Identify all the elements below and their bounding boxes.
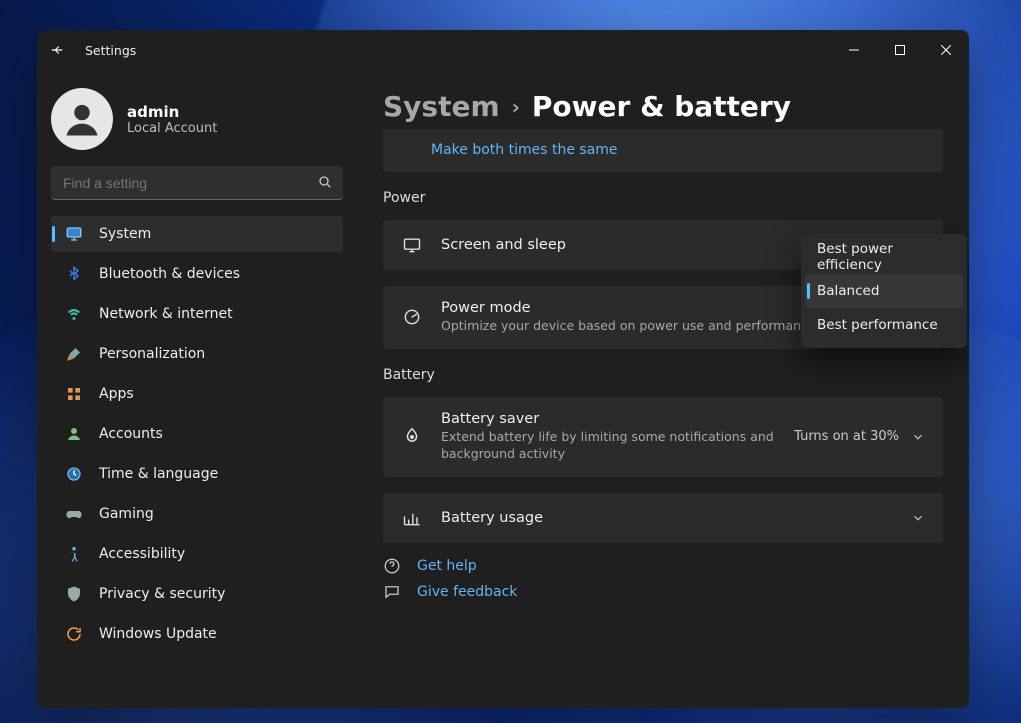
breadcrumb-parent[interactable]: System bbox=[383, 90, 500, 123]
chevron-down-icon bbox=[911, 430, 925, 444]
accessibility-icon bbox=[65, 545, 83, 563]
get-help-link[interactable]: Get help bbox=[417, 558, 477, 574]
sidebar-item-privacy[interactable]: Privacy & security bbox=[51, 576, 343, 612]
user-sub: Local Account bbox=[127, 121, 217, 136]
power-mode-option[interactable]: Best performance bbox=[805, 308, 963, 342]
give-feedback-row[interactable]: Give feedback bbox=[383, 583, 943, 601]
sidebar-item-apps[interactable]: Apps bbox=[51, 376, 343, 412]
minimize-button[interactable] bbox=[831, 30, 877, 70]
update-icon bbox=[65, 625, 83, 643]
feedback-icon bbox=[383, 583, 401, 601]
back-button[interactable] bbox=[37, 30, 77, 70]
sidebar-item-system[interactable]: System bbox=[51, 216, 343, 252]
chevron-right-icon: › bbox=[512, 95, 520, 119]
row-title: Battery saver bbox=[441, 411, 776, 427]
main-content: System › Power & battery Make both times… bbox=[357, 70, 969, 708]
sidebar-item-label: Privacy & security bbox=[99, 586, 225, 602]
network-icon bbox=[65, 305, 83, 323]
sidebar-item-label: Time & language bbox=[99, 466, 218, 482]
chevron-down-icon bbox=[911, 511, 925, 525]
time-icon bbox=[65, 465, 83, 483]
battery-usage-row[interactable]: Battery usage bbox=[383, 493, 943, 543]
titlebar: Settings bbox=[37, 30, 969, 70]
sidebar-item-label: Apps bbox=[99, 386, 134, 402]
sidebar-item-label: Accounts bbox=[99, 426, 163, 442]
sidebar-item-label: Accessibility bbox=[99, 546, 185, 562]
sidebar-item-label: System bbox=[99, 226, 151, 242]
search-icon bbox=[317, 174, 333, 190]
sidebar-item-accessibility[interactable]: Accessibility bbox=[51, 536, 343, 572]
window-title: Settings bbox=[85, 43, 136, 58]
system-icon bbox=[65, 225, 83, 243]
sidebar-item-label: Network & internet bbox=[99, 306, 233, 322]
nav-list: System Bluetooth & devices Network & inter… bbox=[51, 216, 343, 652]
maximize-button[interactable] bbox=[877, 30, 923, 70]
sidebar-item-label: Windows Update bbox=[99, 626, 217, 642]
search-input[interactable] bbox=[51, 166, 343, 200]
section-label-battery: Battery bbox=[383, 367, 943, 383]
close-button[interactable] bbox=[923, 30, 969, 70]
give-feedback-link[interactable]: Give feedback bbox=[417, 584, 517, 600]
power-mode-option[interactable]: Balanced bbox=[805, 274, 963, 308]
privacy-icon bbox=[65, 585, 83, 603]
accounts-icon bbox=[65, 425, 83, 443]
sidebar-item-label: Bluetooth & devices bbox=[99, 266, 240, 282]
sidebar-item-time[interactable]: Time & language bbox=[51, 456, 343, 492]
user-name: admin bbox=[127, 103, 217, 121]
personalization-icon bbox=[65, 345, 83, 363]
sidebar-item-bluetooth[interactable]: Bluetooth & devices bbox=[51, 256, 343, 292]
search-box[interactable] bbox=[51, 166, 343, 200]
sidebar-item-personalization[interactable]: Personalization bbox=[51, 336, 343, 372]
row-title: Battery usage bbox=[441, 510, 893, 526]
battery-usage-icon bbox=[401, 507, 423, 529]
avatar bbox=[51, 88, 113, 150]
sidebar-item-gaming[interactable]: Gaming bbox=[51, 496, 343, 532]
profile-block[interactable]: admin Local Account bbox=[51, 80, 343, 154]
sidebar-item-accounts[interactable]: Accounts bbox=[51, 416, 343, 452]
sidebar-item-label: Personalization bbox=[99, 346, 205, 362]
breadcrumb-current: Power & battery bbox=[532, 90, 791, 123]
sidebar-item-update[interactable]: Windows Update bbox=[51, 616, 343, 652]
help-icon bbox=[383, 557, 401, 575]
settings-window: Settings admin Local Account bbox=[37, 30, 969, 708]
banner-card: Make both times the same bbox=[383, 129, 943, 172]
row-desc: Extend battery life by limiting some not… bbox=[441, 429, 776, 463]
battery-saver-trail: Turns on at 30% bbox=[794, 429, 899, 444]
power-mode-option[interactable]: Best power efficiency bbox=[805, 240, 963, 274]
banner-link[interactable]: Make both times the same bbox=[431, 139, 618, 158]
caption-buttons bbox=[831, 30, 969, 70]
sidebar-item-label: Gaming bbox=[99, 506, 154, 522]
power-mode-icon bbox=[401, 306, 423, 328]
battery-saver-icon bbox=[401, 426, 423, 448]
get-help-row[interactable]: Get help bbox=[383, 557, 943, 575]
sidebar: admin Local Account System Bluetooth & de… bbox=[37, 70, 357, 708]
section-label-power: Power bbox=[383, 190, 943, 206]
apps-icon bbox=[65, 385, 83, 403]
screen-icon bbox=[401, 234, 423, 256]
gaming-icon bbox=[65, 505, 83, 523]
sidebar-item-network[interactable]: Network & internet bbox=[51, 296, 343, 332]
bluetooth-icon bbox=[65, 265, 83, 283]
battery-saver-row[interactable]: Battery saver Extend battery life by lim… bbox=[383, 397, 943, 477]
breadcrumb: System › Power & battery bbox=[383, 90, 943, 123]
power-mode-dropdown[interactable]: Best power efficiencyBalancedBest perfor… bbox=[801, 234, 967, 348]
